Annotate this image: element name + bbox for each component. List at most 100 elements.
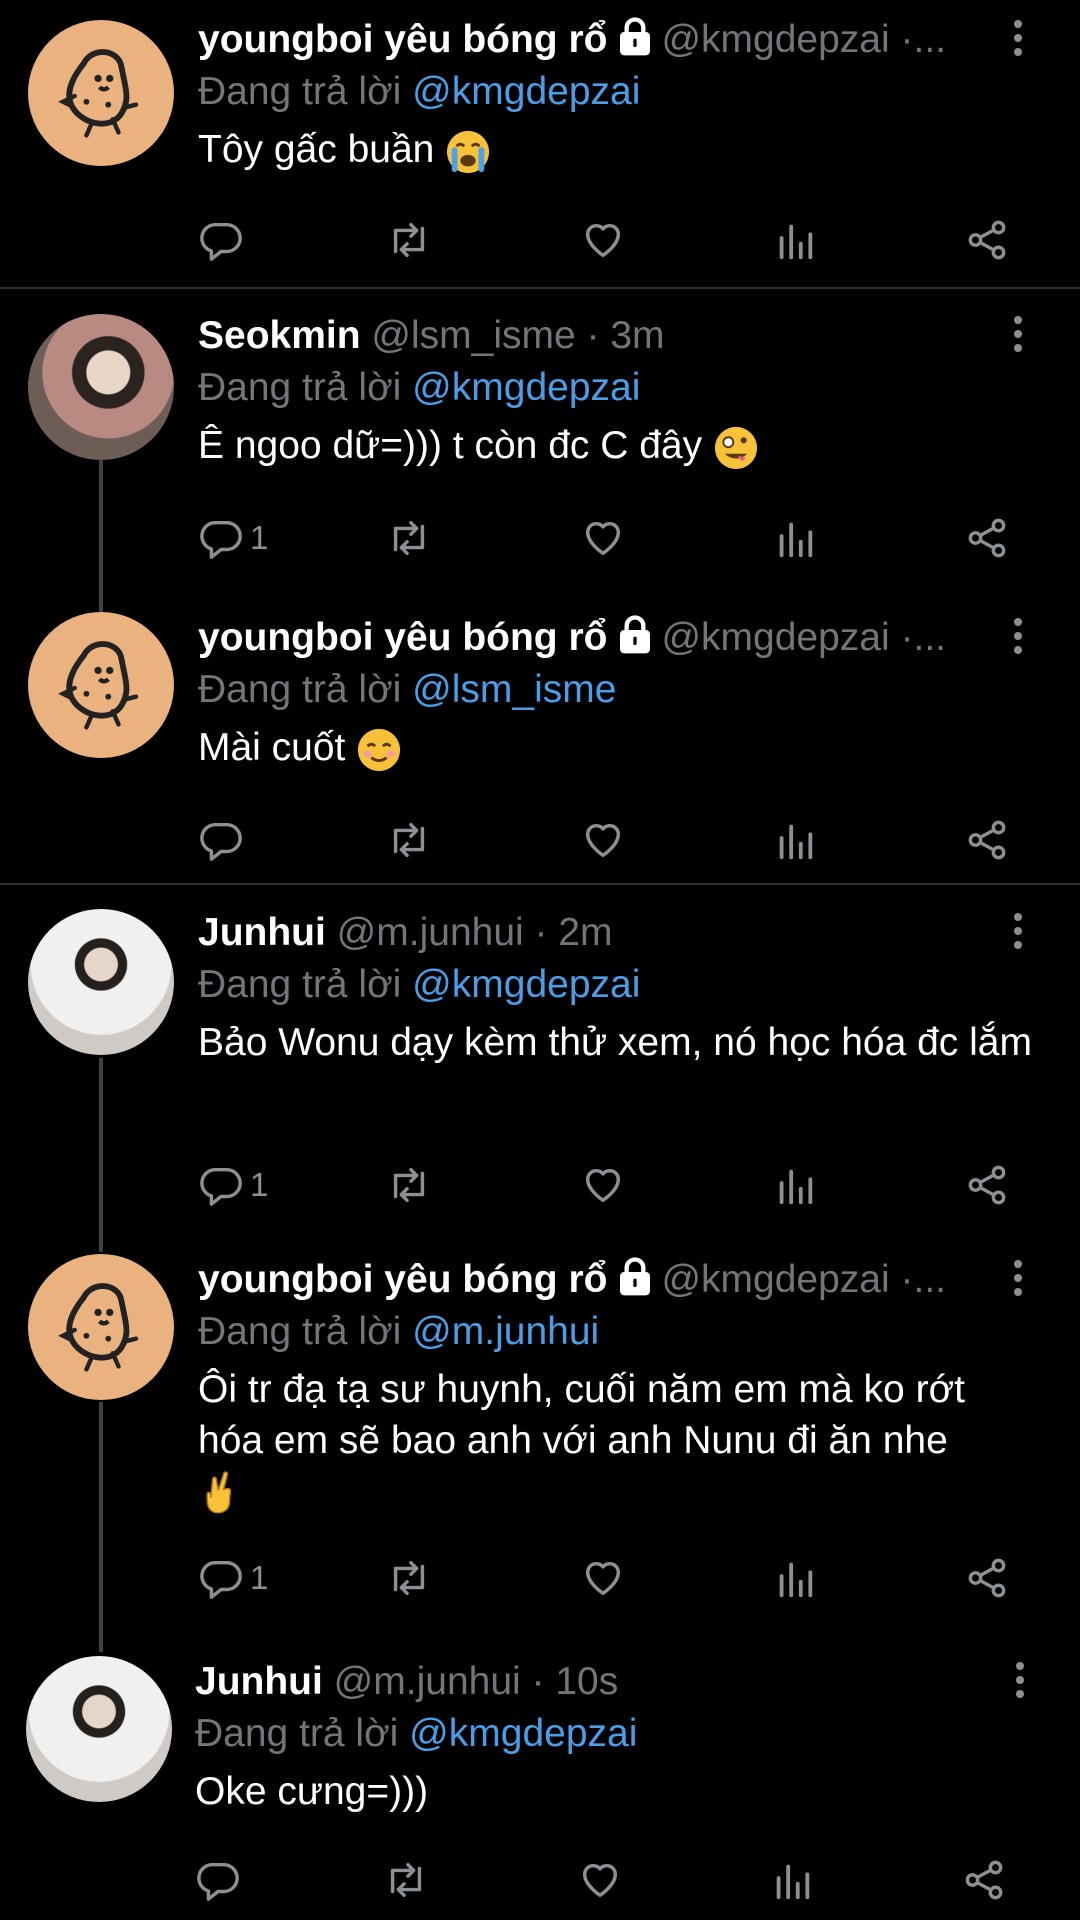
tweet-actions: 1: [198, 1552, 1018, 1604]
handle[interactable]: @m.junhui · 10s: [334, 1660, 619, 1703]
tweet-text: Mài cuốt: [198, 722, 1040, 773]
replying-to: Đang trả lời @kmgdepzai: [198, 366, 641, 409]
like-button[interactable]: [580, 214, 626, 266]
share-button[interactable]: [964, 814, 1010, 866]
retweet-button[interactable]: [386, 1552, 432, 1604]
mention-link[interactable]: @lsm_isme: [412, 668, 616, 711]
tweet-text: Tôy gấc buần: [198, 124, 1040, 175]
share-button[interactable]: [964, 512, 1010, 564]
avatar[interactable]: [28, 612, 174, 758]
heart-icon: [580, 1555, 626, 1601]
handle[interactable]: @kmgdepzai ·...: [661, 616, 946, 659]
tweet-header: Junhui @m.junhui · 10s: [195, 1656, 1040, 1708]
like-button[interactable]: [580, 1552, 626, 1604]
like-button[interactable]: [580, 814, 626, 866]
handle[interactable]: @m.junhui · 2m: [337, 911, 613, 954]
display-name[interactable]: Junhui: [195, 1660, 323, 1703]
handle[interactable]: @lsm_isme · 3m: [371, 314, 664, 357]
retweet-button[interactable]: [386, 214, 432, 266]
mention-link[interactable]: @kmgdepzai: [412, 963, 640, 1006]
mention-link[interactable]: @kmgdepzai: [412, 70, 640, 113]
share-icon: [964, 817, 1010, 863]
replying-to: Đang trả lời @lsm_isme: [198, 668, 617, 711]
mention-link[interactable]: @m.junhui: [412, 1310, 599, 1353]
tweet-header: youngboi yêu bóng rổ @kmgdepzai ·...: [198, 612, 1040, 664]
views-icon: [772, 217, 818, 263]
views-button[interactable]: [769, 1854, 815, 1906]
tweet[interactable]: youngboi yêu bóng rổ @kmgdepzai ·... Đang…: [0, 612, 1080, 882]
display-name[interactable]: Junhui: [198, 911, 326, 954]
tweet-text: Ôi tr đạ tạ sư huynh, cuối năm em mà ko …: [198, 1364, 1040, 1517]
avatar[interactable]: [28, 1254, 174, 1400]
display-name[interactable]: youngboi yêu bóng rổ: [198, 1258, 607, 1301]
views-button[interactable]: [772, 214, 818, 266]
retweet-icon: [386, 515, 432, 561]
avatar[interactable]: [28, 314, 174, 460]
more-options-icon[interactable]: [1008, 913, 1028, 955]
tweet[interactable]: Junhui @m.junhui · 10s Đang trả lời @kmg…: [0, 1656, 1080, 1920]
tweet-actions: 1: [198, 1159, 1018, 1211]
share-icon: [964, 1162, 1010, 1208]
retweet-icon: [386, 1555, 432, 1601]
tweet[interactable]: youngboi yêu bóng rổ @kmgdepzai ·... Đang…: [0, 1254, 1080, 1624]
tweet-actions: [198, 814, 1018, 866]
like-button[interactable]: [580, 512, 626, 564]
views-button[interactable]: [772, 1159, 818, 1211]
display-name[interactable]: youngboi yêu bóng rổ: [198, 616, 607, 659]
tweet[interactable]: Junhui @m.junhui · 2m Đang trả lời @kmgd…: [0, 907, 1080, 1227]
heart-icon: [580, 217, 626, 263]
reply-count: 1: [250, 1166, 269, 1203]
tweet-actions: 1: [198, 512, 1018, 564]
views-button[interactable]: [772, 512, 818, 564]
retweet-button[interactable]: [383, 1854, 429, 1906]
display-name[interactable]: Seokmin: [198, 314, 361, 357]
crossed-fingers-icon: [206, 1471, 232, 1514]
avatar[interactable]: [28, 909, 174, 1055]
mention-link[interactable]: @kmgdepzai: [412, 366, 640, 409]
views-icon: [772, 817, 818, 863]
like-button[interactable]: [580, 1159, 626, 1211]
more-options-icon[interactable]: [1008, 1260, 1028, 1302]
share-button[interactable]: [964, 1552, 1010, 1604]
like-button[interactable]: [577, 1854, 623, 1906]
more-options-icon[interactable]: [1008, 316, 1028, 358]
reply-button[interactable]: [198, 814, 250, 866]
replying-to: Đang trả lời @kmgdepzai: [198, 70, 641, 113]
reply-button[interactable]: [198, 214, 250, 266]
display-name[interactable]: youngboi yêu bóng rổ: [198, 18, 607, 61]
reply-button[interactable]: 1: [198, 512, 268, 564]
share-button[interactable]: [964, 1159, 1010, 1211]
avatar[interactable]: [28, 20, 174, 166]
share-icon: [964, 217, 1010, 263]
potato-avatar-icon: [28, 20, 174, 166]
retweet-button[interactable]: [386, 1159, 432, 1211]
lock-icon: [615, 1257, 655, 1297]
more-options-icon[interactable]: [1008, 618, 1028, 660]
more-options-icon[interactable]: [1008, 20, 1028, 62]
retweet-button[interactable]: [386, 512, 432, 564]
heart-icon: [580, 1162, 626, 1208]
views-button[interactable]: [772, 1552, 818, 1604]
retweet-button[interactable]: [386, 814, 432, 866]
more-options-icon[interactable]: [1010, 1662, 1030, 1704]
reply-icon: [198, 1555, 244, 1601]
heart-icon: [577, 1857, 623, 1903]
retweet-icon: [383, 1857, 429, 1903]
retweet-icon: [386, 217, 432, 263]
tweet[interactable]: youngboi yêu bóng rổ @kmgdepzai ·... Đang…: [0, 14, 1080, 284]
reply-button[interactable]: 1: [198, 1552, 268, 1604]
reply-button[interactable]: [195, 1854, 247, 1906]
replying-to: Đang trả lời @kmgdepzai: [195, 1712, 638, 1755]
views-button[interactable]: [772, 814, 818, 866]
avatar[interactable]: [26, 1656, 172, 1802]
tweet-header: youngboi yêu bóng rổ @kmgdepzai ·...: [198, 14, 1040, 66]
reply-icon: [198, 1162, 244, 1208]
mention-link[interactable]: @kmgdepzai: [409, 1712, 637, 1755]
share-button[interactable]: [961, 1854, 1007, 1906]
handle[interactable]: @kmgdepzai ·...: [661, 1258, 946, 1301]
share-button[interactable]: [964, 214, 1010, 266]
reply-button[interactable]: 1: [198, 1159, 268, 1211]
tweet[interactable]: Seokmin @lsm_isme · 3m Đang trả lời @kmg…: [0, 310, 1080, 580]
handle[interactable]: @kmgdepzai ·...: [661, 18, 946, 61]
lock-icon: [615, 17, 655, 57]
